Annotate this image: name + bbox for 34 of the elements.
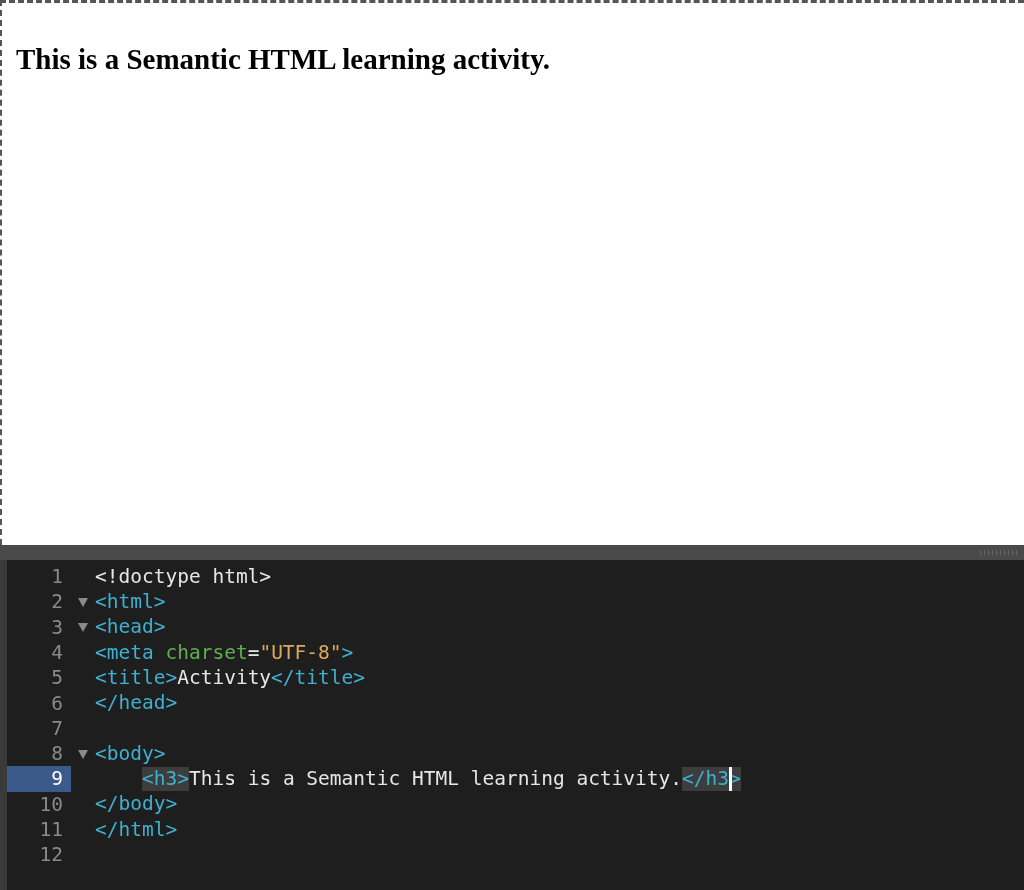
code-tag: </body> [95, 792, 178, 817]
code-tag: <title> [95, 665, 178, 690]
code-attribute: charset [165, 640, 248, 665]
fold-arrow-icon[interactable] [78, 622, 88, 633]
line-number: 6 [50, 690, 64, 716]
line-number: 4 [50, 639, 64, 666]
line-number: 2 [50, 589, 64, 615]
line-number: 12 [38, 842, 64, 868]
code-text: = [247, 640, 260, 665]
line-number: 5 [50, 665, 64, 691]
code-tag: > [341, 640, 354, 665]
line-number: 11 [38, 817, 64, 843]
code-tag: </html> [95, 817, 178, 842]
code-tag: <head> [95, 615, 166, 640]
code-tag: </h3 [682, 767, 730, 791]
fold-arrow-icon[interactable] [78, 596, 88, 607]
code-text: This is a Semantic HTML learning activity. [188, 767, 683, 791]
preview-heading: This is a Semantic HTML learning activity. [16, 42, 551, 77]
line-number: 3 [50, 614, 64, 640]
code-string: "UTF-8" [259, 640, 342, 665]
code-text: Activity [177, 665, 272, 690]
line-number: 8 [50, 741, 64, 767]
fold-arrow-icon[interactable] [78, 748, 88, 759]
code-tag: <h3> [142, 767, 189, 791]
code-tag: <meta [95, 640, 166, 665]
line-number: 1 [50, 564, 64, 590]
code-tag: </title> [271, 665, 366, 690]
code-tag: </head> [95, 691, 178, 716]
line-number: 10 [38, 791, 64, 817]
line-number: 7 [50, 715, 64, 742]
line-number: 9 [7, 766, 71, 792]
code-tag: <html> [95, 589, 166, 614]
code-text: <!doctype html> [95, 564, 272, 589]
code-tag: <body> [95, 741, 166, 766]
